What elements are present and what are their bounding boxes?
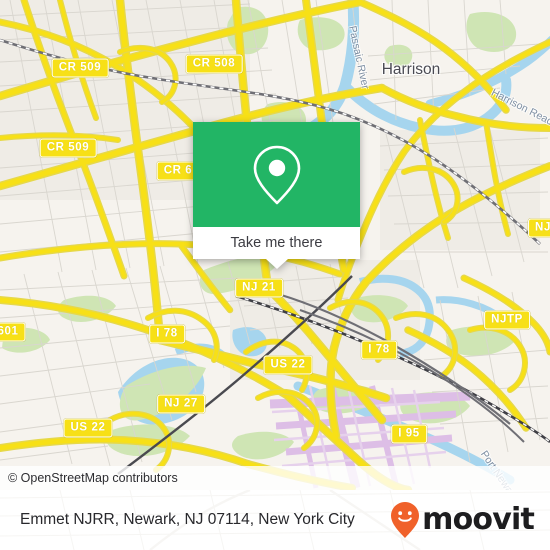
- road-shield: CR 509: [51, 58, 109, 78]
- road-shield: US 22: [263, 355, 313, 375]
- road-shield: I 78: [149, 324, 185, 344]
- take-me-there-button[interactable]: Take me there: [193, 227, 360, 259]
- road-shield: NJ 27: [157, 394, 205, 414]
- road-shield: US 22: [63, 418, 113, 438]
- map-screenshot: CR 509 CR 508 CR 509 CR 6 NJ NJ 21 601 I 78 NJTP…: [0, 0, 550, 550]
- city-label: Harrison: [381, 61, 441, 78]
- road-shield: NJTP: [484, 310, 530, 330]
- attribution-text[interactable]: © OpenStreetMap contributors: [0, 471, 178, 485]
- road-shield: NJ: [528, 218, 550, 238]
- popup-header: [193, 122, 360, 227]
- moovit-smiley-pin-icon: [391, 502, 420, 538]
- road-shield: I 95: [391, 424, 427, 444]
- map-attribution-bar: © OpenStreetMap contributors: [0, 466, 550, 490]
- road-shield: CR 508: [185, 54, 243, 74]
- road-shield: CR 509: [39, 138, 97, 158]
- moovit-wordmark: moovit: [422, 502, 535, 537]
- footer-bar: Emmet NJRR, Newark, NJ 07114, New York C…: [0, 490, 550, 550]
- location-address: Emmet NJRR, Newark, NJ 07114, New York C…: [20, 511, 355, 528]
- take-me-there-label: Take me there: [230, 235, 323, 251]
- road-shield: I 78: [361, 340, 397, 360]
- popup-pointer-triangle: [265, 259, 288, 269]
- road-shield: NJ 21: [235, 278, 283, 298]
- moovit-logo[interactable]: moovit: [390, 501, 550, 539]
- map-canvas[interactable]: CR 509 CR 508 CR 509 CR 6 NJ NJ 21 601 I 78 NJTP…: [0, 0, 550, 490]
- location-popup-card[interactable]: Take me there: [193, 122, 360, 269]
- road-shield: 601: [0, 322, 26, 342]
- location-pin-icon: [253, 145, 300, 204]
